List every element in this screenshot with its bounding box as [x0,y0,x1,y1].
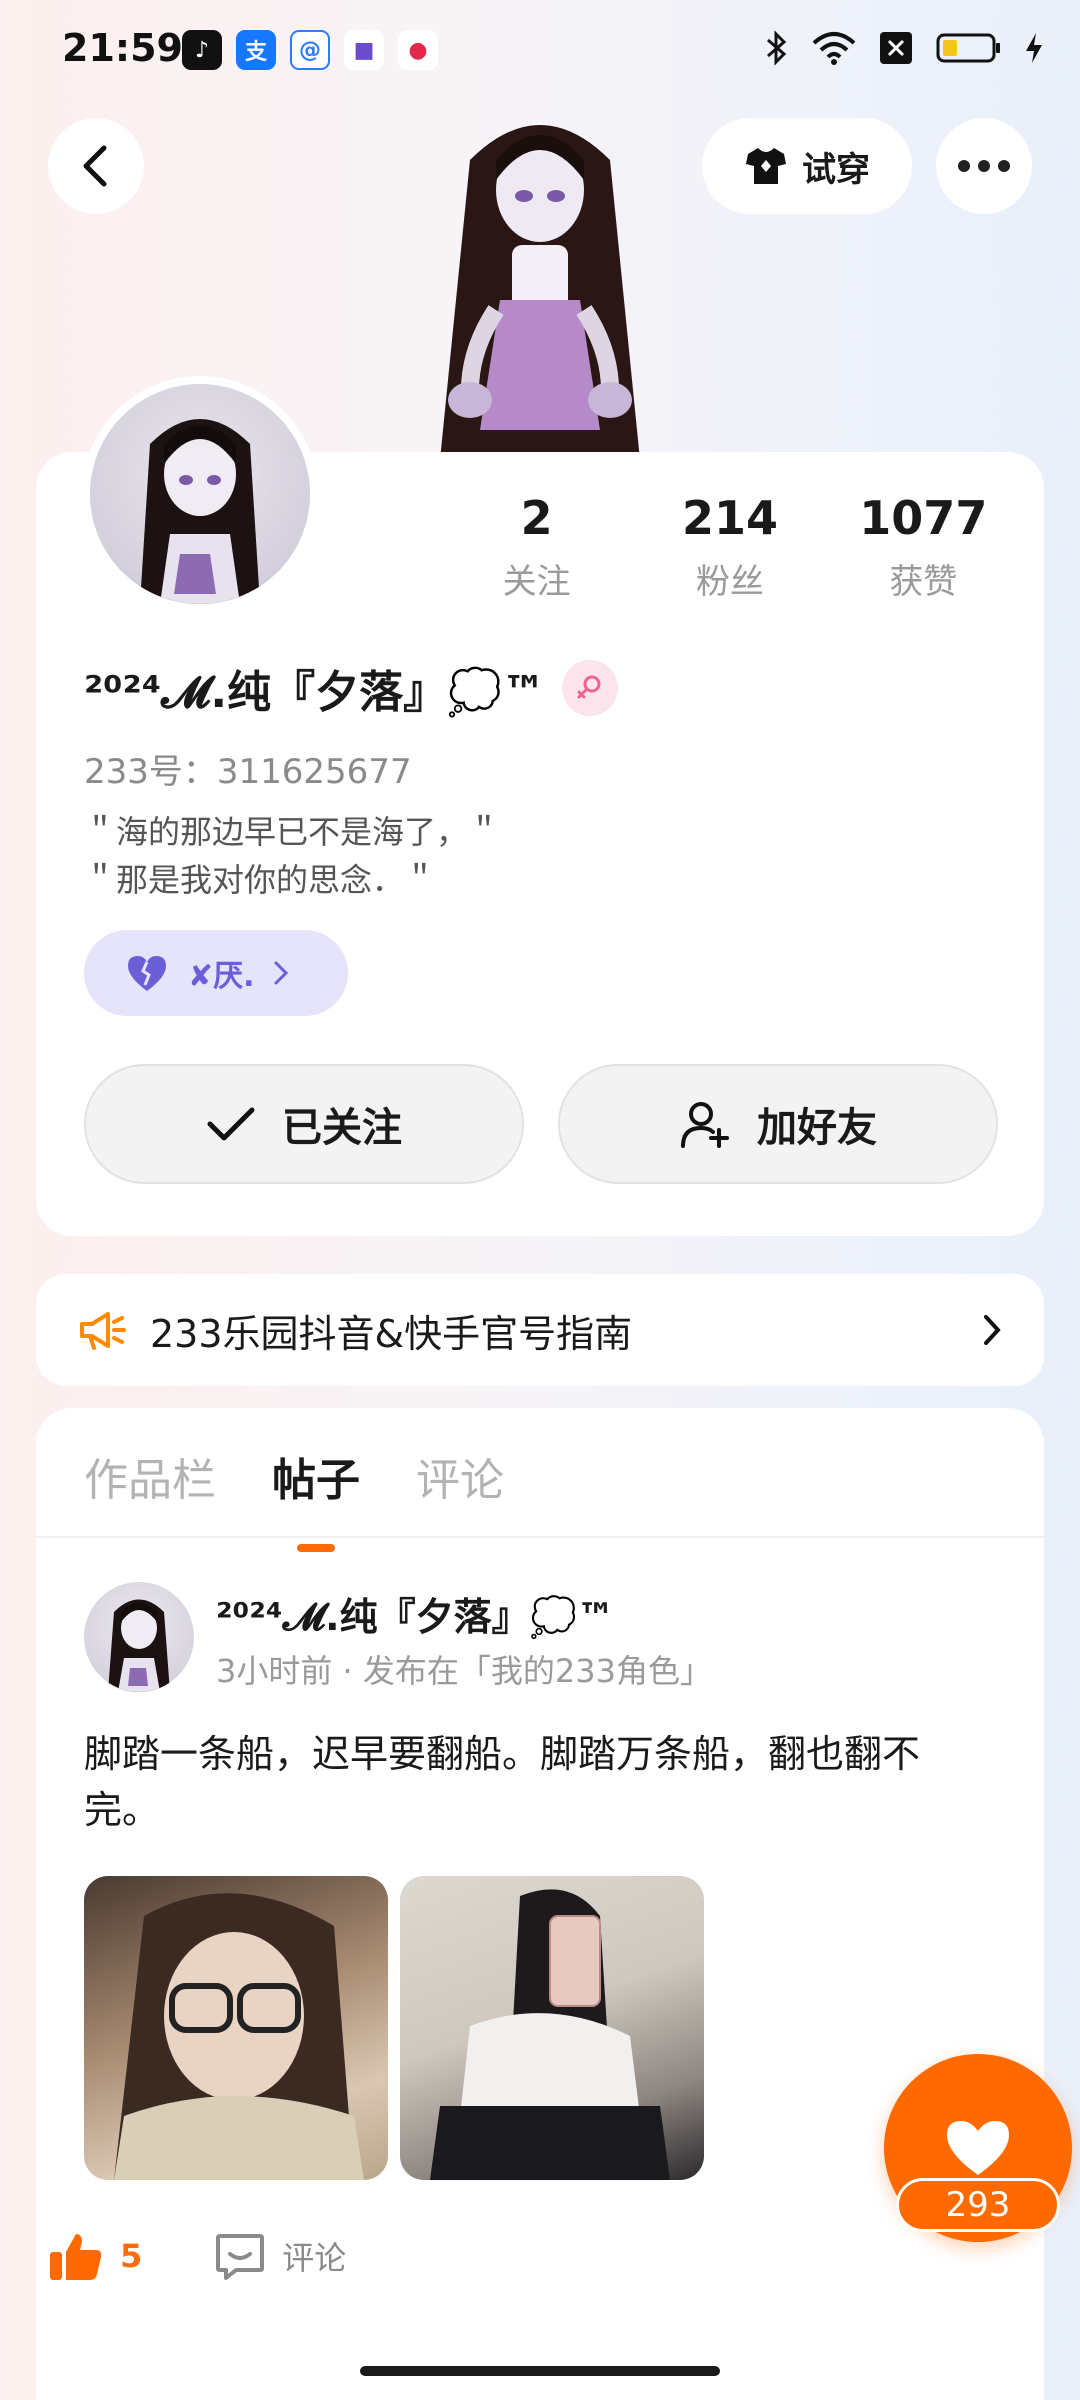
stat-value: 1077 [859,491,988,545]
browser-icon: @ [290,30,330,70]
followed-button[interactable]: 已关注 [84,1064,524,1184]
profile-stats: 2 关注 214 粉丝 1077 获赞 [440,490,1020,603]
home-indicator[interactable] [360,2366,720,2376]
stat-likes[interactable]: 1077 获赞 [827,490,1020,603]
add-friend-icon [681,1102,729,1148]
like-count: 5 [120,2237,143,2275]
bluetooth-icon [767,30,787,66]
system-status [764,30,1044,66]
bio-line: ＂海的那边早已不是海了，＂ [84,813,501,851]
announcement-text: 233乐园抖音&快手官号指南 [150,1311,633,1356]
post-images [84,1876,704,2180]
profile-name: ²⁰²⁴𝓜.纯『夕落』💭™ [84,667,546,718]
stat-value: 214 [681,491,778,545]
more-dot-icon [998,160,1010,172]
bio-line: ＂那是我对你的思念．＂ [84,861,437,899]
post-image[interactable] [400,1876,704,2180]
chevron-left-icon [83,145,107,187]
post-actions: 5 评论 [48,2230,346,2282]
tag-label: ✘厌. [188,959,255,994]
floating-like-count: 293 [896,2178,1060,2232]
avatar-illustration [140,419,260,604]
sim-off-icon [880,32,912,64]
content-card: 作品栏 帖子 评论 ²⁰²⁴𝓜.纯『夕落』💭™ 3小时前 · 发布在「我的233… [36,1408,1044,2400]
tshirt-icon [746,148,786,184]
back-button[interactable] [48,118,144,214]
content-tabs: 作品栏 帖子 评论 [84,1444,504,1508]
chevron-right-icon [984,1315,1001,1345]
female-icon [561,660,618,716]
add-friend-button[interactable]: 加好友 [558,1064,998,1184]
comment-icon [216,2234,265,2280]
stat-label: 获赞 [889,562,958,602]
app-icon: ■ [344,30,384,70]
post-author-avatar[interactable] [84,1582,194,1692]
status-time: 21:59 [62,26,183,70]
try-on-label: 试穿 [802,149,870,190]
tiktok-icon: ♪ [182,30,222,70]
tabs-divider [36,1536,1044,1538]
alipay-icon: 支 [236,30,276,70]
more-dot-icon [958,160,970,172]
tab-posts[interactable]: 帖子 [272,1444,360,1508]
relationship-tag[interactable]: ✘厌. [84,930,348,1016]
status-bar: 21:59 ♪ 支 @ ■ ● [0,0,1080,100]
comment-button[interactable]: 评论 [214,2230,346,2282]
stat-label: 粉丝 [695,562,764,602]
followed-label: 已关注 [282,1105,402,1151]
check-icon [207,1107,255,1141]
megaphone-icon [80,1312,126,1350]
heart-icon [128,956,166,991]
stat-label: 关注 [502,562,571,602]
more-dot-icon [978,160,990,172]
profile-name-row: ²⁰²⁴𝓜.纯『夕落』💭™ [84,656,618,720]
stat-value: 2 [520,491,553,545]
avatar-image [90,384,310,604]
stat-followers[interactable]: 214 粉丝 [633,490,826,603]
announcement-banner[interactable]: 233乐园抖音&快手官号指南 [36,1274,1044,1386]
wifi-icon [812,32,856,65]
more-options-button[interactable] [936,118,1032,214]
user-id: 233号：311625677 [84,752,412,792]
avatar-figure[interactable] [400,100,680,460]
game-icon: ● [398,30,438,70]
post-image[interactable] [84,1876,388,2180]
battery-icon [936,33,1000,63]
heart-icon [947,2121,1009,2175]
add-friend-label: 加好友 [757,1105,877,1151]
stat-following[interactable]: 2 关注 [440,490,633,603]
profile-avatar[interactable] [82,376,318,612]
post-meta: 3小时前 · 发布在「我的233角色」 [216,1652,712,1690]
post-author-name[interactable]: ²⁰²⁴𝓜.纯『夕落』💭™ [216,1586,615,1641]
tab-works[interactable]: 作品栏 [84,1444,216,1508]
post-text: 脚踏一条船，迟早要翻船。脚踏万条船，翻也翻不完。 [84,1732,921,1832]
tab-comments[interactable]: 评论 [416,1444,504,1508]
profile-bio: ＂海的那边早已不是海了，＂ ＂那是我对你的思念．＂ [84,808,500,904]
notification-icons: ♪ 支 @ ■ ● [182,30,438,70]
charging-icon [1026,33,1042,63]
like-button[interactable]: 5 [48,2230,142,2282]
thumbs-up-icon [50,2234,102,2280]
try-on-button[interactable]: 试穿 [702,118,912,214]
comment-label: 评论 [282,2239,347,2277]
chevron-right-icon [274,961,288,985]
